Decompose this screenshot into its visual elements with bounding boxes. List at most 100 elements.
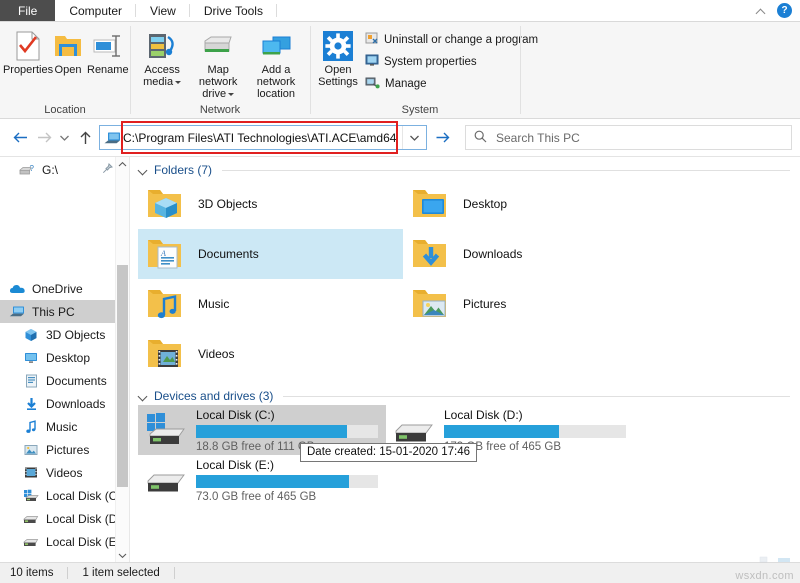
watermark-icon bbox=[752, 556, 792, 571]
ribbon-group-system-items: Open Settings Uninstall or change a prog… bbox=[310, 22, 538, 102]
uninstall-program-label: Uninstall or change a program bbox=[384, 33, 539, 46]
ribbon-group-location: Properties Open Rename Location bbox=[0, 22, 130, 118]
folder-tile-pictures[interactable]: Pictures bbox=[403, 279, 668, 329]
folder-tile-documents-label: Documents bbox=[198, 247, 259, 261]
folder-tile-desktop[interactable]: Desktop bbox=[403, 179, 668, 229]
help-icon[interactable]: ? bbox=[777, 3, 792, 18]
system-properties-label: System properties bbox=[384, 55, 477, 68]
go-button[interactable] bbox=[429, 125, 455, 150]
pictures-icon bbox=[22, 444, 40, 456]
address-dropdown-button[interactable] bbox=[402, 126, 426, 149]
tab-strip-spacer bbox=[276, 0, 755, 21]
system-properties-button[interactable]: System properties bbox=[362, 52, 541, 71]
folder-tile-music-label: Music bbox=[198, 297, 230, 311]
music-icon bbox=[22, 419, 40, 434]
drive-tile-local-disk-e[interactable]: Local Disk (E:) 73.0 GB free of 465 GB bbox=[138, 455, 386, 505]
rename-button[interactable]: Rename bbox=[86, 27, 130, 78]
add-network-location-button[interactable]: Add a network location bbox=[248, 27, 304, 102]
folders-group-header[interactable]: Folders (7) bbox=[130, 157, 800, 179]
sidebar-item-onedrive[interactable]: OneDrive bbox=[0, 277, 129, 300]
search-box[interactable]: Search This PC bbox=[465, 125, 792, 150]
watermark: wsxdn.com bbox=[735, 570, 794, 582]
sidebar-item-3d-objects[interactable]: 3D Objects bbox=[0, 323, 129, 346]
drive-usage-fill-e bbox=[196, 474, 349, 488]
sidebar-item-this-pc[interactable]: This PC bbox=[0, 300, 129, 323]
uninstall-program-icon bbox=[365, 31, 379, 48]
sidebar-item-downloads-label: Downloads bbox=[46, 396, 106, 411]
chevron-down-icon[interactable] bbox=[116, 548, 129, 562]
tab-computer[interactable]: Computer bbox=[55, 0, 137, 21]
folder-pictures-icon bbox=[407, 281, 455, 327]
sidebar-item-downloads[interactable]: Downloads bbox=[0, 392, 129, 415]
navigation-scrollbar-thumb[interactable] bbox=[117, 265, 128, 487]
ribbon-group-system: Open Settings Uninstall or change a prog… bbox=[310, 22, 538, 118]
folder-tile-documents[interactable]: A Documents bbox=[138, 229, 403, 279]
group-divider bbox=[222, 169, 790, 171]
help-label: ? bbox=[781, 4, 788, 16]
open-settings-button[interactable]: Open Settings bbox=[316, 27, 360, 90]
chevron-down-icon[interactable] bbox=[175, 80, 182, 84]
onedrive-icon bbox=[8, 283, 26, 295]
chevron-collapse-icon[interactable] bbox=[138, 165, 148, 175]
open-folder-icon bbox=[53, 29, 83, 63]
chevron-up-icon[interactable] bbox=[116, 157, 129, 171]
sidebar-item-3d-objects-label: 3D Objects bbox=[46, 327, 106, 342]
folder-tile-downloads[interactable]: Downloads bbox=[403, 229, 668, 279]
ribbon-group-network-items: Access media Map network drive Add a net… bbox=[130, 22, 310, 102]
sidebar-item-music[interactable]: Music bbox=[0, 415, 129, 438]
map-network-drive-icon bbox=[201, 29, 235, 63]
address-bar[interactable]: C:\Program Files\ATI Technologies\ATI.AC… bbox=[99, 121, 427, 154]
ribbon-group-location-items: Properties Open Rename bbox=[0, 22, 130, 102]
access-media-button[interactable]: Access media bbox=[136, 27, 188, 90]
address-field[interactable]: C:\Program Files\ATI Technologies\ATI.AC… bbox=[99, 125, 427, 150]
explorer-body: ? G:\ OneDrive This PC 3D Objects Deskto… bbox=[0, 156, 800, 562]
drive-usage-bar-d bbox=[444, 424, 626, 438]
recent-locations-button[interactable] bbox=[56, 126, 73, 150]
tab-file[interactable]: File bbox=[0, 0, 56, 21]
drive-usage-fill-d bbox=[444, 424, 559, 438]
back-button[interactable] bbox=[8, 126, 32, 150]
folder-tile-music[interactable]: Music bbox=[138, 279, 403, 329]
manage-button[interactable]: Manage bbox=[362, 74, 541, 93]
folder-tile-videos[interactable]: Videos bbox=[138, 329, 403, 379]
open-button[interactable]: Open bbox=[52, 27, 84, 78]
map-network-drive-button[interactable]: Map network drive bbox=[190, 27, 246, 102]
access-media-text: Access media bbox=[143, 64, 180, 88]
chevron-up-icon[interactable] bbox=[755, 4, 769, 18]
drive-tile-local-disk-c-label: Local Disk (C:) bbox=[196, 407, 275, 422]
tab-strip-controls: ? bbox=[755, 0, 800, 21]
drive-usage-bar-e bbox=[196, 474, 378, 488]
navigation-scrollbar[interactable] bbox=[115, 157, 129, 562]
tab-computer-label: Computer bbox=[69, 3, 123, 18]
forward-button[interactable] bbox=[32, 126, 56, 150]
folder-tile-3d-objects[interactable]: 3D Objects bbox=[138, 179, 403, 229]
videos-icon bbox=[22, 466, 40, 479]
sidebar-item-g-drive[interactable]: ? G:\ bbox=[0, 159, 129, 181]
ribbon-group-location-title: Location bbox=[44, 104, 86, 116]
ribbon-empty-area bbox=[520, 22, 800, 118]
sidebar-item-pictures[interactable]: Pictures bbox=[0, 438, 129, 461]
uninstall-program-button[interactable]: Uninstall or change a program bbox=[362, 30, 541, 49]
drives-group-header[interactable]: Devices and drives (3) bbox=[130, 379, 800, 405]
sidebar-item-music-label: Music bbox=[46, 419, 78, 434]
status-selection: 1 item selected bbox=[82, 567, 160, 579]
search-input[interactable]: Search This PC bbox=[496, 131, 580, 145]
sidebar-item-local-disk-e[interactable]: Local Disk (E:) bbox=[0, 530, 129, 553]
sidebar-item-documents[interactable]: Documents bbox=[0, 369, 129, 392]
tab-drive-tools[interactable]: Drive Tools bbox=[189, 0, 278, 21]
svg-text:A: A bbox=[160, 249, 166, 258]
properties-button[interactable]: Properties bbox=[3, 27, 53, 78]
up-button[interactable] bbox=[73, 126, 97, 150]
sidebar-item-local-disk-c[interactable]: Local Disk (C:) bbox=[0, 484, 129, 507]
chevron-down-icon[interactable] bbox=[228, 92, 235, 96]
status-bar: 10 items 1 item selected wsxdn.com bbox=[0, 556, 800, 583]
sidebar-item-videos[interactable]: Videos bbox=[0, 461, 129, 484]
chevron-collapse-icon[interactable] bbox=[138, 391, 148, 401]
sidebar-item-desktop[interactable]: Desktop bbox=[0, 346, 129, 369]
sidebar-item-local-disk-d[interactable]: Local Disk (D:) bbox=[0, 507, 129, 530]
drive-tile-local-disk-d-label: Local Disk (D:) bbox=[444, 407, 523, 422]
file-explorer-window: File Computer View Drive Tools ? Propert… bbox=[0, 0, 800, 583]
address-value: C:\Program Files\ATI Technologies\ATI.AC… bbox=[123, 130, 397, 145]
address-text: C:\Program Files\ATI Technologies\ATI.AC… bbox=[121, 130, 402, 145]
tab-view[interactable]: View bbox=[136, 0, 190, 21]
